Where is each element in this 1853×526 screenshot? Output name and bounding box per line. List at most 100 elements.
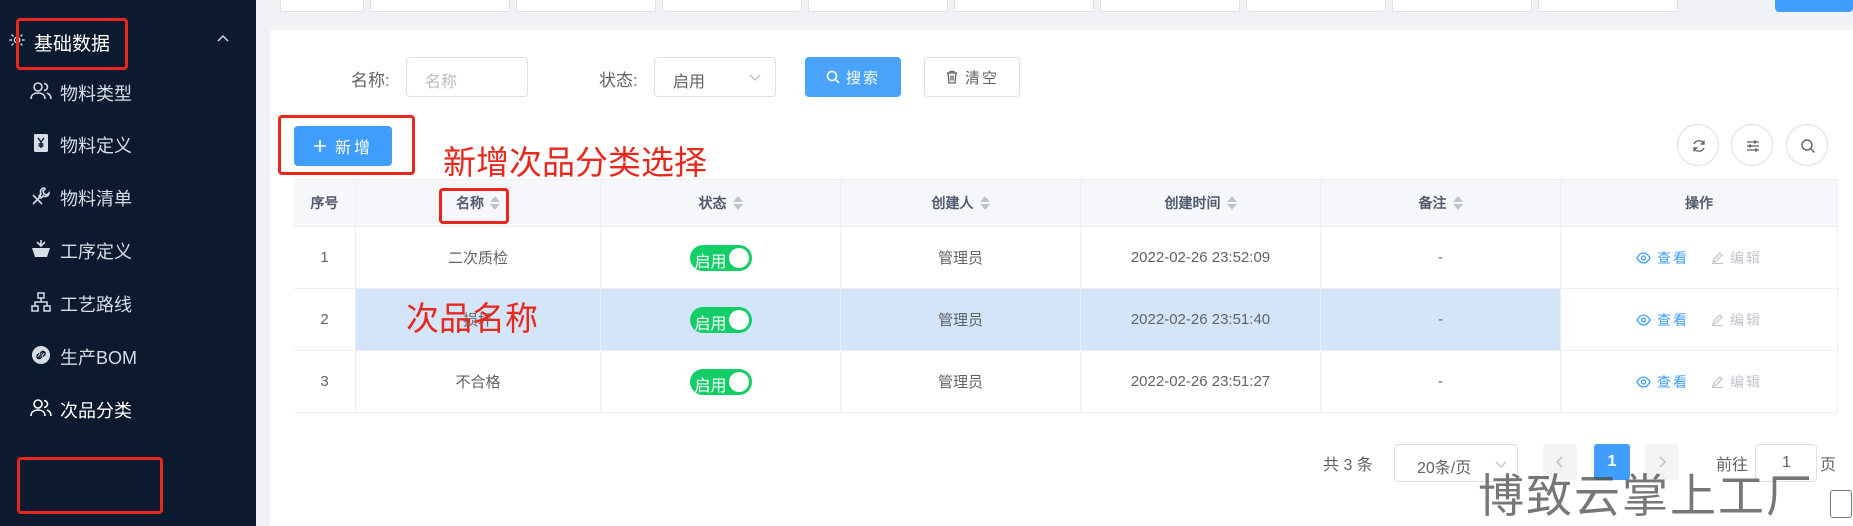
sidebar-item-process-definition[interactable]: 工序定义 <box>0 228 256 268</box>
tab[interactable] <box>808 0 948 12</box>
sliders-icon <box>1747 140 1759 152</box>
cell-name: 二次质检 <box>356 227 601 288</box>
header-creator[interactable]: 创建人 <box>841 180 1081 226</box>
sidebar-item-material-definition[interactable]: 物料定义 <box>0 122 256 162</box>
status-switch[interactable]: 启用 <box>689 306 752 333</box>
tab[interactable] <box>1392 0 1532 12</box>
sidebar-item-defect-category[interactable]: 次品分类 <box>0 387 256 427</box>
table-header: 序号 名称 状态 创建人 创建时间 备注 操作 <box>294 179 1838 227</box>
sidebar-item-label: 物料定义 <box>60 136 132 156</box>
eye-icon <box>1636 313 1651 326</box>
sidebar-item-label: 工序定义 <box>60 242 132 262</box>
search-button-label: 搜索 <box>845 69 880 87</box>
chevron-down-icon <box>749 74 761 82</box>
status-select-value: 启用 <box>673 74 706 91</box>
cell-remark: - <box>1321 289 1561 350</box>
chevron-up-icon <box>217 34 229 42</box>
search-button[interactable]: 搜索 <box>805 57 901 97</box>
cell-actions: 查看 编辑 <box>1561 227 1838 288</box>
clear-button[interactable]: 清空 <box>924 57 1020 97</box>
edit-link[interactable]: 编辑 <box>1711 248 1762 268</box>
sidebar-item-label: 物料类型 <box>60 84 132 104</box>
tab[interactable] <box>954 0 1094 12</box>
header-status[interactable]: 状态 <box>601 180 841 226</box>
tab[interactable] <box>1538 0 1678 12</box>
switch-knob <box>728 247 749 268</box>
tab[interactable] <box>370 0 510 12</box>
yen-doc-icon <box>34 134 48 152</box>
edit-link[interactable]: 编辑 <box>1711 372 1762 392</box>
cell-actions: 查看 编辑 <box>1561 289 1838 350</box>
tab-strip <box>256 0 1853 14</box>
table-row[interactable]: 1 二次质检 启用 管理员 2022-02-26 23:52:09 - 查看 编… <box>294 227 1838 289</box>
eye-icon <box>1636 375 1651 388</box>
search-icon <box>826 70 840 84</box>
tab[interactable] <box>1246 0 1386 12</box>
edit-link[interactable]: 编辑 <box>1711 310 1762 330</box>
cell-index: 1 <box>294 227 356 288</box>
search-icon <box>1801 139 1815 153</box>
cell-created-time: 2022-02-26 23:51:40 <box>1081 289 1321 350</box>
annotation-add-note: 新增次品分类选择 <box>443 144 707 181</box>
refresh-icon <box>1693 140 1705 152</box>
cell-remark: - <box>1321 351 1561 412</box>
pencil-icon <box>1712 252 1723 264</box>
page-size-value: 20条/页 <box>1417 460 1472 477</box>
sidebar-item-material-list[interactable]: 物料清单 <box>0 175 256 215</box>
tab[interactable] <box>1100 0 1240 12</box>
tab[interactable] <box>280 0 364 12</box>
link-icon <box>32 346 50 364</box>
pencil-icon <box>1712 376 1723 388</box>
watermark: 博致云掌上工厂 <box>1478 470 1814 522</box>
cell-status: 启用 <box>601 351 841 412</box>
header-created-time[interactable]: 创建时间 <box>1081 180 1321 226</box>
sidebar-item-label: 生产BOM <box>60 348 138 368</box>
sidebar: 基础数据 物料类型 物料定义 物料清单 工序定义 工艺路线 生产BOM 次品分类 <box>0 0 256 526</box>
header-index: 序号 <box>294 180 356 226</box>
switch-knob <box>728 371 749 392</box>
view-link[interactable]: 查看 <box>1636 310 1689 330</box>
sort-icon[interactable] <box>1226 195 1237 211</box>
sort-icon[interactable] <box>979 195 990 211</box>
cell-name: 不合格 <box>356 351 601 412</box>
annotation-box-defect <box>17 457 163 514</box>
tab[interactable] <box>516 0 656 12</box>
annotation-name-note: 次品名称 <box>406 300 538 337</box>
cell-index: 2 <box>294 289 356 350</box>
sort-icon[interactable] <box>732 195 743 211</box>
sidebar-item-process-route[interactable]: 工艺路线 <box>0 281 256 321</box>
table-row[interactable]: 3 不合格 启用 管理员 2022-02-26 23:51:27 - 查看 编辑 <box>294 351 1838 413</box>
trash-icon <box>946 70 957 84</box>
header-remark[interactable]: 备注 <box>1321 180 1561 226</box>
cell-status: 启用 <box>601 227 841 288</box>
column-settings-button[interactable] <box>1731 124 1773 166</box>
name-search-input[interactable]: 名称 <box>406 57 528 97</box>
annotation-box-add <box>278 115 415 175</box>
goto-unit: 页 <box>1820 457 1837 474</box>
sort-icon[interactable] <box>1452 195 1463 211</box>
refresh-button[interactable] <box>1677 124 1719 166</box>
users-icon <box>30 399 52 417</box>
view-link[interactable]: 查看 <box>1636 372 1689 392</box>
sidebar-item-label: 工艺路线 <box>60 295 132 315</box>
status-select[interactable]: 启用 <box>654 57 776 97</box>
toggle-search-button[interactable] <box>1786 124 1828 166</box>
cell-created-time: 2022-02-26 23:52:09 <box>1081 227 1321 288</box>
tab[interactable] <box>662 0 802 12</box>
more-button[interactable] <box>1775 0 1853 12</box>
header-actions: 操作 <box>1561 180 1838 226</box>
status-switch[interactable]: 启用 <box>689 368 752 395</box>
cell-status: 启用 <box>601 289 841 350</box>
sidebar-item-production-bom[interactable]: 生产BOM <box>0 334 256 374</box>
sidebar-item-label: 次品分类 <box>60 401 132 421</box>
status-switch[interactable]: 启用 <box>689 244 752 271</box>
status-filter-label: 状态: <box>599 71 638 90</box>
document-icon <box>1830 490 1852 518</box>
cell-creator: 管理员 <box>841 227 1081 288</box>
sidebar-item-material-type[interactable]: 物料类型 <box>0 70 256 110</box>
view-link[interactable]: 查看 <box>1636 248 1689 268</box>
cell-creator: 管理员 <box>841 351 1081 412</box>
pager-total: 共 3 条 <box>1323 457 1373 474</box>
tree-icon <box>31 292 51 312</box>
sidebar-item-label: 物料清单 <box>60 189 132 209</box>
